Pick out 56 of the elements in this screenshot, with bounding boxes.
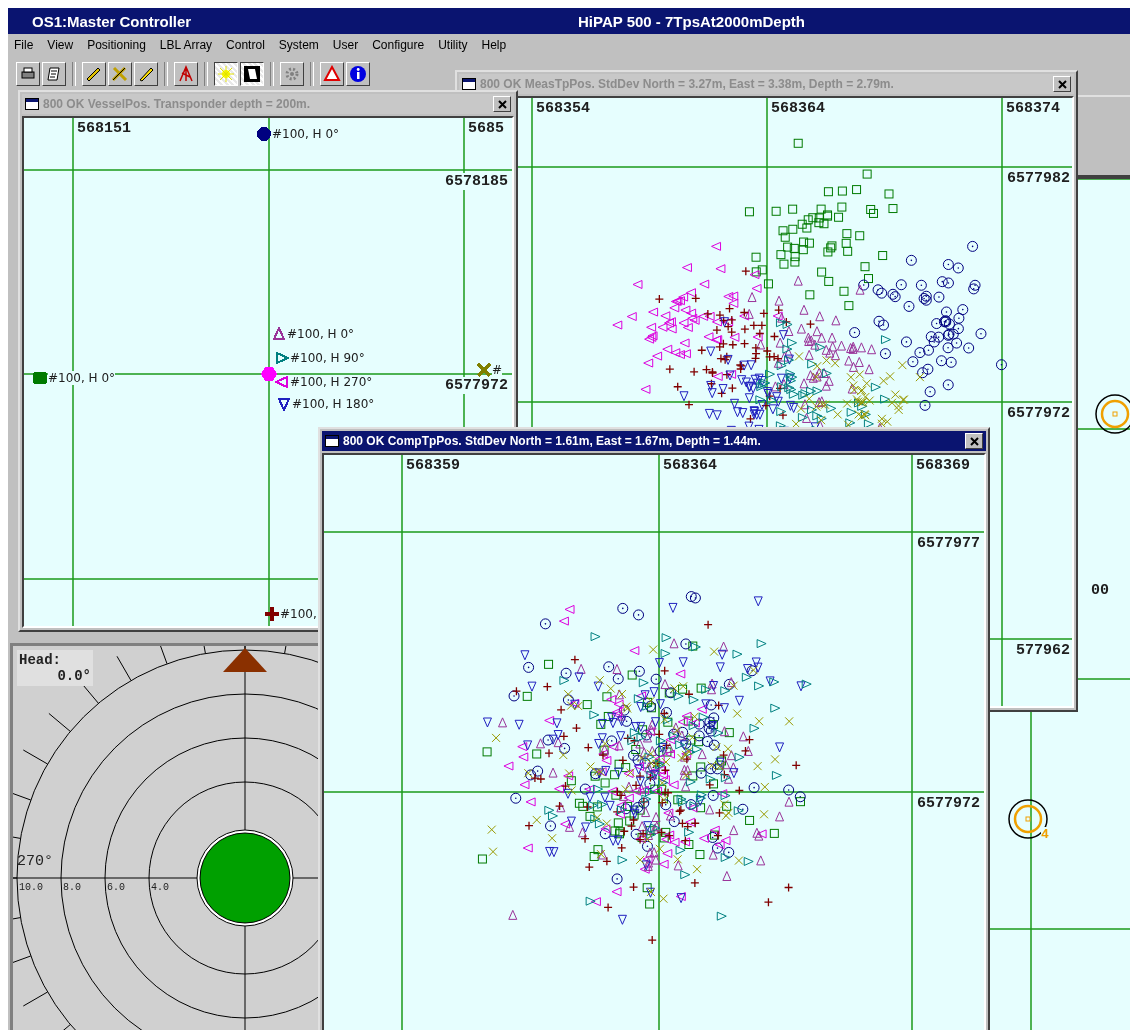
marker-label: #100, H 0° (48, 371, 116, 385)
menu-item[interactable]: Configure (372, 38, 425, 54)
marker-label: #100, (280, 607, 317, 621)
window-icon (325, 435, 339, 447)
window-icon (462, 78, 476, 90)
window-title: 800 OK MeasTpPos. StdDev North = 3.27m, East = 3.38m, Depth = 2.79m. (480, 77, 895, 91)
range-label: 4.0 (151, 882, 169, 893)
close-button[interactable] (1053, 76, 1071, 92)
info-icon (350, 66, 366, 82)
gear-icon (285, 67, 299, 81)
pencil-icon (139, 67, 154, 82)
heading-label: Head: (19, 652, 62, 668)
heading-value: 0.0° (56, 668, 91, 684)
range-label: 6.0 (107, 882, 125, 893)
marker-label: # (492, 363, 503, 377)
marker-label: #100, H 180° (292, 397, 375, 411)
document-title: HiPAP 500 - 7TpsAt2000mDepth (578, 12, 806, 30)
close-icon (969, 436, 979, 446)
toolbar-button[interactable] (240, 62, 264, 86)
target-icon (1095, 394, 1130, 434)
menu-item[interactable]: Positioning (87, 38, 146, 54)
antenna-icon (179, 65, 193, 82)
menu-item[interactable]: Help (481, 38, 507, 54)
menu-item[interactable]: Control (226, 38, 265, 54)
menu-item[interactable]: Utility (438, 38, 468, 54)
app-title: OS1:Master Controller (31, 12, 192, 30)
printer-icon (21, 67, 35, 79)
northing-label: 6578185 (445, 173, 508, 190)
window-icon (25, 98, 39, 110)
marker-label: #100, H 90° (290, 351, 365, 365)
close-icon (1057, 79, 1067, 89)
close-icon (497, 99, 507, 109)
close-button[interactable] (965, 433, 983, 449)
shape-icon (244, 66, 260, 82)
menu-item[interactable]: View (47, 38, 74, 54)
menu-item[interactable]: LBL Array (159, 38, 213, 54)
marker-label: #100, H 270° (290, 375, 373, 389)
menu-item[interactable]: System (278, 38, 319, 54)
window-title: 800 OK VesselPos. Transponder depth = 200m. (43, 97, 312, 111)
toolbar-button[interactable] (214, 62, 238, 86)
bearing-label: 270° (17, 853, 53, 870)
window-title: 800 OK CompTpPos. StdDev North = 1.61m, East = 1.67m, Depth = 1.44m. (343, 434, 762, 448)
marker-label: #100, H 0° (287, 327, 355, 341)
close-button[interactable] (493, 96, 511, 112)
menu-item[interactable]: File (14, 38, 34, 54)
northing-label: 6577972 (445, 377, 508, 394)
sun-icon (217, 65, 235, 83)
target-icon (1008, 799, 1048, 839)
range-label: 8.0 (63, 882, 81, 893)
tools-icon (111, 66, 128, 82)
range-label: 10.0 (19, 882, 43, 893)
document-icon (47, 67, 60, 81)
marker-label: #100, H 0° (272, 127, 340, 141)
pencil-icon (86, 67, 101, 82)
warning-icon (323, 65, 341, 81)
menu-item[interactable]: User (332, 38, 359, 54)
